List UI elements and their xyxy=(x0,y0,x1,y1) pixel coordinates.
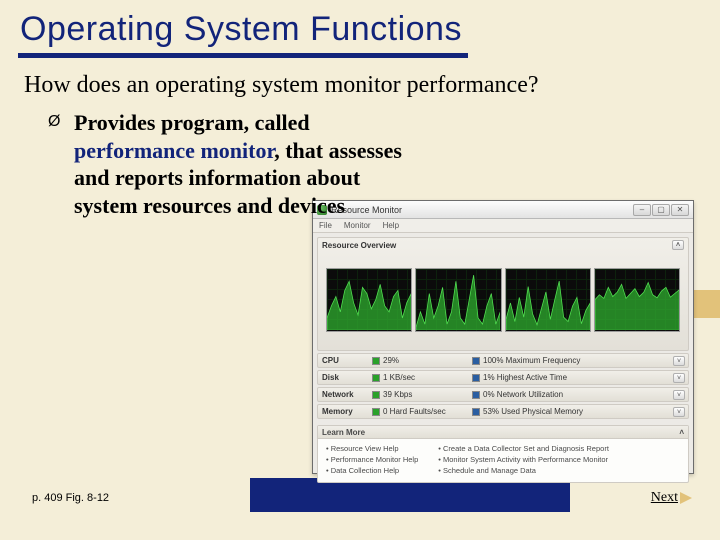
chart-disk: Disk10 MB/sec xyxy=(415,268,501,332)
learn-link[interactable]: Monitor System Activity with Performance… xyxy=(438,454,609,465)
learn-list-right: Create a Data Collector Set and Diagnosi… xyxy=(438,443,609,476)
row-metric-2: 100% Maximum Frequency xyxy=(462,356,673,365)
row-name: Network xyxy=(318,390,372,399)
overview-charts: CPU100%60 SecondsDisk10 MB/secNetwork56 … xyxy=(322,264,684,336)
arrow-right-icon xyxy=(680,492,692,504)
color-swatch-icon xyxy=(372,408,380,416)
row-name: Disk xyxy=(318,373,372,382)
row-metric-2: 1% Highest Active Time xyxy=(462,373,673,382)
learn-list-left: Resource View HelpPerformance Monitor He… xyxy=(326,443,418,476)
overview-label: Resource Overview xyxy=(322,241,396,250)
row-network[interactable]: Network39 Kbps0% Network Utilization˅ xyxy=(317,387,689,402)
learn-link[interactable]: Schedule and Manage Data xyxy=(438,465,609,476)
color-swatch-icon xyxy=(372,374,380,382)
learn-collapse-button[interactable]: ˄ xyxy=(679,428,684,437)
learn-link[interactable]: Data Collection Help xyxy=(326,465,418,476)
row-metric-1: 39 Kbps xyxy=(372,390,462,399)
color-swatch-icon xyxy=(472,374,480,382)
color-swatch-icon xyxy=(472,357,480,365)
menu-monitor[interactable]: Monitor xyxy=(344,221,371,230)
resource-rows: CPU29%100% Maximum Frequency˅Disk1 KB/se… xyxy=(313,351,693,423)
collapse-button[interactable]: ˄ xyxy=(672,240,684,250)
row-metric-2: 0% Network Utilization xyxy=(462,390,673,399)
page-reference: p. 409 Fig. 8-12 xyxy=(32,492,109,504)
expand-button[interactable]: ˅ xyxy=(673,356,685,366)
slide-question: How does an operating system monitor per… xyxy=(0,58,720,105)
slide-title: Operating System Functions xyxy=(0,0,720,53)
row-cpu[interactable]: CPU29%100% Maximum Frequency˅ xyxy=(317,353,689,368)
chart-cpu: CPU100%60 Seconds xyxy=(326,268,412,332)
chart-network: Network56 Kbps xyxy=(505,268,591,332)
color-swatch-icon xyxy=(372,391,380,399)
resource-overview-section: Resource Overview ˄ CPU100%60 SecondsDis… xyxy=(317,237,689,351)
next-button[interactable]: Next xyxy=(651,490,692,506)
menu-help[interactable]: Help xyxy=(383,221,399,230)
color-swatch-icon xyxy=(472,408,480,416)
next-label: Next xyxy=(651,490,678,506)
color-swatch-icon xyxy=(372,357,380,365)
row-name: CPU xyxy=(318,356,372,365)
color-swatch-icon xyxy=(472,391,480,399)
resource-monitor-window: Resource Monitor – ▢ ✕ File Monitor Help… xyxy=(312,200,694,474)
learn-more-label: Learn More xyxy=(322,428,365,437)
learn-more-section: Learn More ˄ Resource View HelpPerforman… xyxy=(317,425,689,483)
bullet-text-pre: Provides program, called xyxy=(74,110,310,135)
menu-file[interactable]: File xyxy=(319,221,332,230)
menubar: File Monitor Help xyxy=(313,219,693,233)
expand-button[interactable]: ˅ xyxy=(673,407,685,417)
row-memory[interactable]: Memory0 Hard Faults/sec53% Used Physical… xyxy=(317,404,689,419)
expand-button[interactable]: ˅ xyxy=(673,373,685,383)
row-name: Memory xyxy=(318,407,372,416)
learn-link[interactable]: Resource View Help xyxy=(326,443,418,454)
keyword-performance-monitor: performance monitor xyxy=(74,138,274,163)
row-metric-1: 1 KB/sec xyxy=(372,373,462,382)
footer-bar xyxy=(250,478,570,512)
row-metric-2: 53% Used Physical Memory xyxy=(462,407,673,416)
learn-link[interactable]: Performance Monitor Help xyxy=(326,454,418,465)
learn-link[interactable]: Create a Data Collector Set and Diagnosi… xyxy=(438,443,609,454)
row-disk[interactable]: Disk1 KB/sec1% Highest Active Time˅ xyxy=(317,370,689,385)
chart-memory: Memory100 Hard Faul... xyxy=(594,268,680,332)
bullet-item: Ø Provides program, called performance m… xyxy=(0,105,720,219)
row-metric-1: 0 Hard Faults/sec xyxy=(372,407,462,416)
bullet-text: Provides program, called performance mon… xyxy=(74,109,404,219)
expand-button[interactable]: ˅ xyxy=(673,390,685,400)
bullet-marker: Ø xyxy=(48,109,74,219)
row-metric-1: 29% xyxy=(372,356,462,365)
